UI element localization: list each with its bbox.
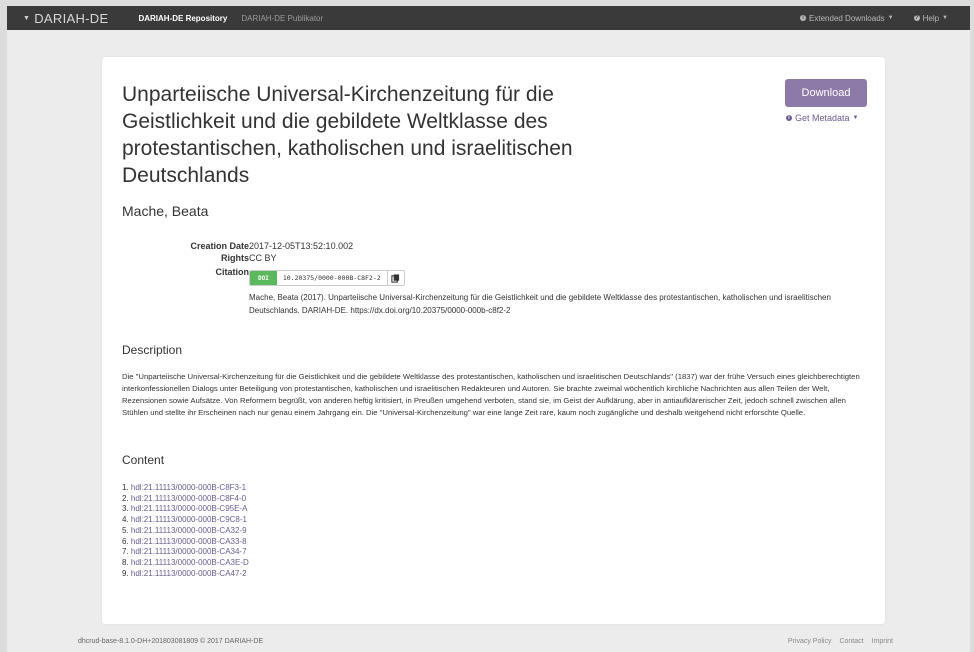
- description-text: Die "Unparteiische Universal-Kirchenzeit…: [122, 372, 860, 417]
- caret-down-icon: ▼: [942, 15, 948, 21]
- content-heading: Content: [122, 453, 165, 467]
- citation-text: Mache, Beata (2017). Unparteiische Unive…: [249, 293, 831, 315]
- item-number: 6.: [122, 536, 129, 546]
- brand-menu[interactable]: ▼ DARIAH-DE: [23, 11, 108, 26]
- download-button[interactable]: Download: [785, 79, 867, 107]
- brand-label: DARIAH-DE: [34, 10, 109, 26]
- handle-link[interactable]: hdl:21.11113/0000-000B-C8F4-0: [131, 494, 246, 503]
- record-author: Mache, Beata: [122, 203, 209, 219]
- imprint-link[interactable]: Imprint: [872, 638, 893, 645]
- handle-link[interactable]: hdl:21.11113/0000-000B-CA33-8: [131, 537, 247, 546]
- handle-link[interactable]: hdl:21.11113/0000-000B-C95E-A: [131, 504, 248, 513]
- list-item: 8. hdl:21.11113/0000-000B-CA3E-D: [122, 558, 249, 569]
- get-metadata-label: Get Metadata: [795, 113, 850, 123]
- help-icon: ?: [913, 15, 920, 21]
- caret-down-icon: ▼: [852, 115, 859, 121]
- list-item: 4. hdl:21.11113/0000-000B-C9C8-1: [122, 515, 249, 526]
- list-item: 2. hdl:21.11113/0000-000B-C8F4-0: [122, 494, 249, 505]
- get-metadata-dropdown[interactable]: i Get Metadata ▼: [786, 113, 859, 123]
- doi-value[interactable]: 10.20375/0000-000B-C8F2-2: [277, 271, 388, 285]
- doi-badge: DOI: [250, 271, 277, 285]
- handle-link[interactable]: hdl:21.11113/0000-000B-CA3E-D: [131, 558, 249, 567]
- nav-right-menu: i Extended Downloads ▼ ? Help ▼: [800, 14, 948, 23]
- item-number: 8.: [122, 557, 129, 567]
- list-item: 3. hdl:21.11113/0000-000B-C95E-A: [122, 504, 249, 515]
- list-item: 7. hdl:21.11113/0000-000B-CA34-7: [122, 547, 249, 558]
- item-number: 3.: [122, 504, 129, 514]
- extended-downloads-label: Extended Downloads: [809, 13, 885, 23]
- rights-label: Rights: [221, 253, 249, 263]
- browser-viewport: ▼ DARIAH-DE DARIAH-DE Repository DARIAH-…: [7, 6, 970, 652]
- handle-link[interactable]: hdl:21.11113/0000-000B-CA47-2: [131, 569, 247, 578]
- handle-link[interactable]: hdl:21.11113/0000-000B-CA32-9: [131, 526, 247, 535]
- clipboard-icon: [391, 273, 400, 283]
- item-number: 7.: [122, 547, 129, 557]
- handle-link[interactable]: hdl:21.11113/0000-000B-C9C8-1: [131, 515, 247, 524]
- help-label: Help: [922, 13, 940, 23]
- item-number: 9.: [122, 568, 129, 578]
- caret-down-icon: ▼: [887, 15, 894, 21]
- info-icon: i: [786, 115, 792, 121]
- footer-version: dhcrud-base-8.1.0-DH+201803081809 © 2017…: [78, 638, 264, 645]
- copy-doi-button[interactable]: [388, 271, 404, 285]
- nav-publikator[interactable]: DARIAH-DE Publikator: [241, 14, 323, 23]
- extended-downloads-dropdown[interactable]: i Extended Downloads ▼: [800, 14, 894, 23]
- help-dropdown[interactable]: ? Help ▼: [913, 13, 948, 23]
- contact-link[interactable]: Contact: [839, 638, 863, 645]
- handle-link[interactable]: hdl:21.11113/0000-000B-CA34-7: [131, 547, 247, 556]
- list-item: 1. hdl:21.11113/0000-000B-C8F3-1: [122, 483, 249, 494]
- privacy-policy-link[interactable]: Privacy Policy: [788, 638, 832, 645]
- creation-date-value: 2017-12-05T13:52:10.002: [249, 241, 354, 251]
- item-number: 2.: [122, 493, 129, 503]
- list-item: 9. hdl:21.11113/0000-000B-CA47-2: [122, 569, 249, 580]
- handle-link[interactable]: hdl:21.11113/0000-000B-C8F3-1: [131, 483, 246, 492]
- top-navbar: ▼ DARIAH-DE DARIAH-DE Repository DARIAH-…: [7, 6, 970, 30]
- creation-date-label: Creation Date: [190, 241, 249, 251]
- doi-widget: DOI 10.20375/0000-000B-C8F2-2: [249, 270, 405, 286]
- item-number: 5.: [122, 525, 129, 535]
- content-list: 1. hdl:21.11113/0000-000B-C8F3-1 2. hdl:…: [122, 483, 249, 579]
- rights-value: CC BY: [249, 253, 277, 263]
- item-number: 1.: [122, 483, 129, 492]
- description-heading: Description: [122, 343, 183, 357]
- list-item: 5. hdl:21.11113/0000-000B-CA32-9: [122, 526, 249, 537]
- caret-down-icon: ▼: [23, 14, 31, 22]
- list-item: 6. hdl:21.11113/0000-000B-CA33-8: [122, 537, 249, 548]
- record-card: Unparteiische Universal-Kirchenzeitung f…: [102, 57, 885, 624]
- citation-label: Citation: [215, 267, 250, 277]
- item-number: 4.: [122, 515, 129, 525]
- nav-repository[interactable]: DARIAH-DE Repository: [138, 14, 227, 23]
- footer-links: Privacy Policy Contact Imprint: [788, 638, 893, 645]
- record-title: Unparteiische Universal-Kirchenzeitung f…: [122, 83, 573, 187]
- info-icon: i: [800, 15, 807, 21]
